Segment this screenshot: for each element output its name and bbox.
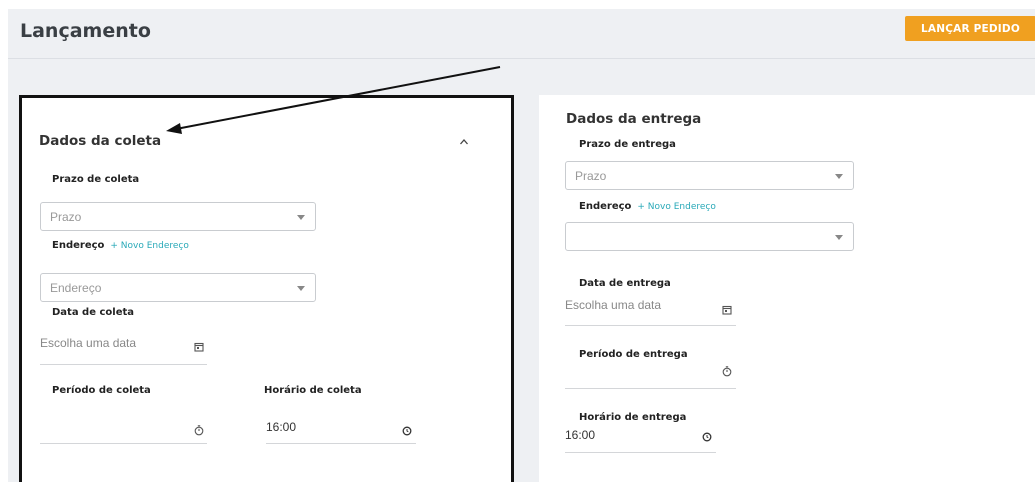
delivery-period-label: Período de entrega [579,349,688,360]
page-title: Lançamento [20,20,151,42]
collection-address-placeholder: Endereço [50,281,102,295]
launch-order-button[interactable]: LANÇAR PEDIDO [905,16,1035,41]
calendar-icon[interactable] [193,341,205,353]
delivery-time-label: Horário de entrega [579,412,687,423]
stopwatch-icon[interactable] [193,424,205,436]
chevron-down-icon [297,215,305,220]
delivery-deadline-label: Prazo de entrega [579,139,676,150]
chevron-down-icon [297,286,305,291]
collection-time-label: Horário de coleta [264,385,362,396]
collection-card: Dados da coleta Prazo de coleta Prazo En… [19,95,514,482]
collection-date-input[interactable]: Escolha uma data [40,336,136,350]
collection-date-underline [40,364,207,365]
app-window: Lançamento LANÇAR PEDIDO Dados da coleta… [8,9,1035,482]
delivery-section-title: Dados da entrega [566,111,702,127]
stopwatch-icon[interactable] [721,365,733,377]
collection-section-title: Dados da coleta [39,133,162,149]
delivery-period-underline [565,388,736,389]
collection-address-label: Endereço + Novo Endereço [52,240,189,251]
delivery-time-underline [565,452,716,453]
delivery-address-label: Endereço + Novo Endereço [579,201,716,212]
delivery-time-input[interactable]: 16:00 [565,428,595,442]
delivery-date-input[interactable]: Escolha uma data [565,298,661,312]
collection-address-label-text: Endereço [52,240,105,251]
delivery-address-label-text: Endereço [579,201,632,212]
delivery-date-label: Data de entrega [579,278,671,289]
page-header: Lançamento LANÇAR PEDIDO [8,9,1035,59]
collection-deadline-label: Prazo de coleta [52,174,140,185]
collection-deadline-select[interactable]: Prazo [40,202,316,231]
collection-time-underline [266,443,416,444]
calendar-icon[interactable] [721,304,733,316]
delivery-deadline-select[interactable]: Prazo [565,161,854,190]
collection-date-label: Data de coleta [52,307,135,318]
chevron-down-icon [835,235,843,240]
clock-icon[interactable] [401,425,413,437]
delivery-deadline-placeholder: Prazo [575,169,607,183]
delivery-card: Dados da entrega Prazo de entrega Prazo … [539,95,1035,482]
delivery-address-select[interactable] [565,222,854,251]
collection-address-select[interactable]: Endereço [40,273,316,302]
chevron-down-icon [835,174,843,179]
clock-icon[interactable] [701,431,713,443]
collection-time-input[interactable]: 16:00 [266,420,296,434]
collection-deadline-placeholder: Prazo [50,210,82,224]
delivery-date-underline [565,325,736,326]
chevron-up-icon[interactable] [459,137,469,147]
collection-period-underline [40,443,207,444]
delivery-new-address-link[interactable]: + Novo Endereço [637,202,715,212]
collection-new-address-link[interactable]: + Novo Endereço [110,241,188,251]
collection-period-label: Período de coleta [52,385,151,396]
